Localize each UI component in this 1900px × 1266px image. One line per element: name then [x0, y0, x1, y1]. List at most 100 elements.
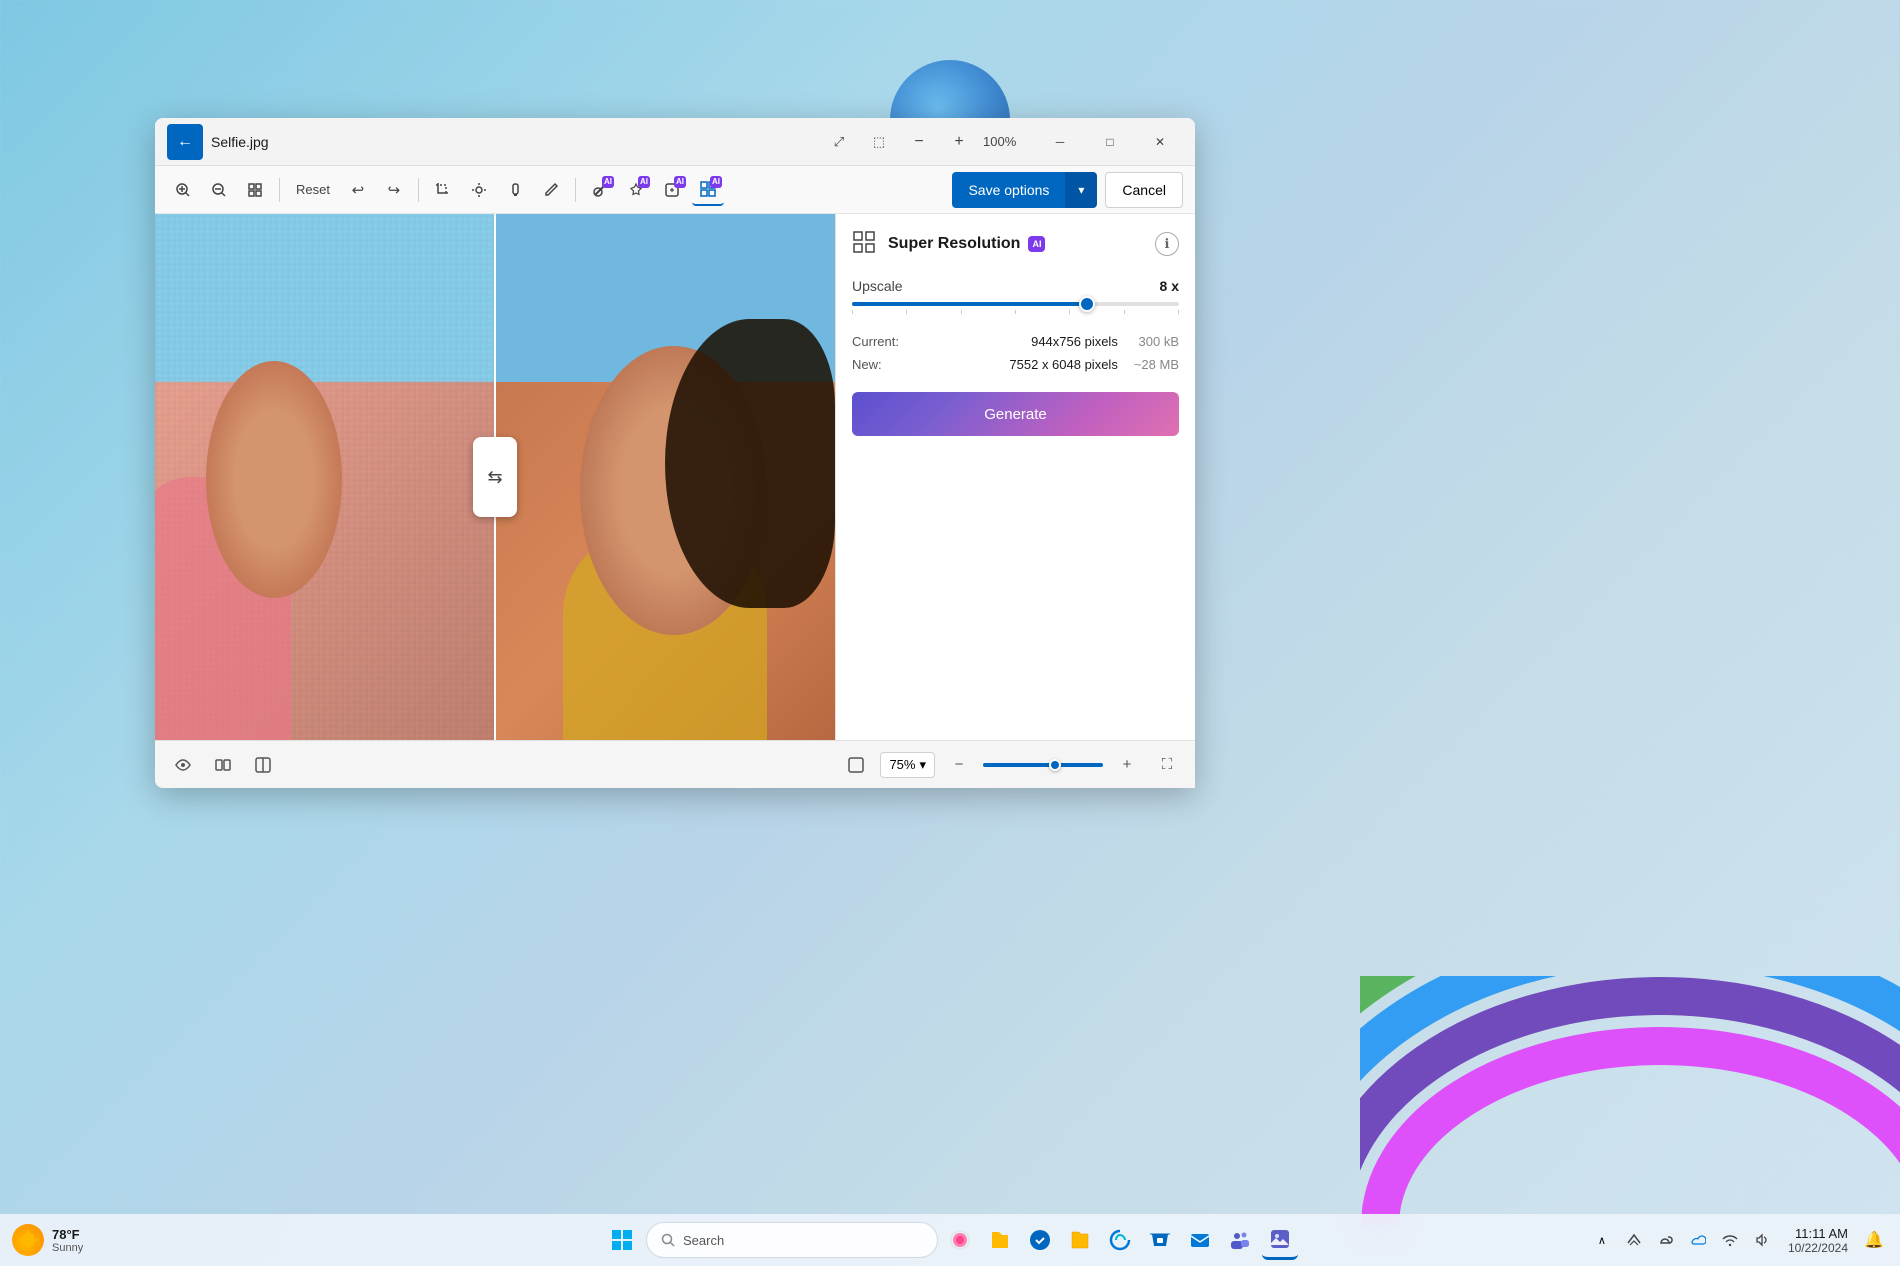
zoom-in-bottom-btn[interactable]: +: [1111, 749, 1143, 781]
zoom-value: 75%: [889, 757, 915, 772]
thumbnail-btn[interactable]: [840, 749, 872, 781]
zoom-in-top-btn[interactable]: +: [943, 126, 975, 158]
taskbar-mail-app[interactable]: [1182, 1220, 1218, 1260]
taskbar-copilot-app[interactable]: [1022, 1220, 1058, 1260]
sep1: [279, 178, 280, 202]
taskbar-center: Search: [602, 1220, 1298, 1260]
maximize-button[interactable]: □: [1087, 126, 1133, 158]
fullscreen-top-btn[interactable]: ⤢: [823, 126, 855, 158]
enhance-ai-btn[interactable]: AI: [620, 174, 652, 206]
undo-btn[interactable]: ↩: [342, 174, 374, 206]
background-ai-btn[interactable]: AI: [656, 174, 688, 206]
fit-frame-btn[interactable]: [239, 174, 271, 206]
erase-ai-btn[interactable]: AI: [584, 174, 616, 206]
image-left-half: [155, 214, 495, 740]
new-label: New:: [852, 357, 993, 372]
ai-badge: AI: [1028, 236, 1045, 252]
minimize-button[interactable]: ─: [1037, 126, 1083, 158]
slider-ticks: [852, 310, 1179, 314]
split-view-btn[interactable]: [247, 749, 279, 781]
weather-info: 78°F Sunny: [52, 1227, 83, 1254]
notification-bell[interactable]: 🔔: [1860, 1220, 1888, 1260]
zoom-in-btn[interactable]: [167, 174, 199, 206]
taskbar-photos-active-app[interactable]: [1262, 1220, 1298, 1260]
upscale-slider-track[interactable]: [852, 302, 1179, 306]
panel-title: Super Resolution: [888, 235, 1020, 253]
zoom-select[interactable]: 75% ▾: [880, 752, 935, 778]
image-canvas[interactable]: ⇆: [155, 214, 835, 740]
redo-btn[interactable]: ↪: [378, 174, 410, 206]
frame-top-btn[interactable]: ⬚: [863, 126, 895, 158]
crop-btn[interactable]: [427, 174, 459, 206]
zoom-slider-thumb[interactable]: [1049, 759, 1061, 771]
reset-btn[interactable]: Reset: [288, 174, 338, 206]
current-label: Current:: [852, 334, 993, 349]
current-pixels: 944x756 pixels: [1009, 334, 1117, 349]
save-options-dropdown[interactable]: ▾: [1065, 172, 1097, 208]
panel-header: Super Resolution AI ℹ: [852, 230, 1179, 258]
close-button[interactable]: ✕: [1137, 126, 1183, 158]
info-button[interactable]: ℹ: [1155, 232, 1179, 256]
content-area: ⇆ Super Resolution AI ℹ Upscale: [155, 214, 1195, 740]
search-text: Search: [683, 1233, 724, 1248]
compare-btn[interactable]: [207, 749, 239, 781]
pencil-btn[interactable]: [535, 174, 567, 206]
zoom-out-top-btn[interactable]: −: [903, 126, 935, 158]
search-bar[interactable]: Search: [646, 1222, 938, 1258]
new-pixels: 7552 x 6048 pixels: [1009, 357, 1117, 372]
taskbar-photos-app[interactable]: [942, 1220, 978, 1260]
rainbow-decoration: [1360, 726, 1900, 1226]
upscale-row: Upscale 8 x: [852, 278, 1179, 294]
panel-title-group: Super Resolution AI: [852, 230, 1045, 258]
back-icon: ←: [177, 133, 193, 151]
generate-button[interactable]: Generate: [852, 392, 1179, 436]
volume-icon[interactable]: [1748, 1220, 1776, 1260]
taskbar-right: ∧ 11:11 AM 10/22/2024: [1588, 1220, 1888, 1260]
taskbar-explorer-app[interactable]: [1062, 1220, 1098, 1260]
zoom-out-btn[interactable]: [203, 174, 235, 206]
taskbar-store-app[interactable]: [1142, 1220, 1178, 1260]
wifi-icon[interactable]: [1716, 1220, 1744, 1260]
tick-1: [852, 310, 853, 314]
fullscreen-bottom-btn[interactable]: ⛶: [1151, 749, 1183, 781]
taskbar-files-app[interactable]: [982, 1220, 1018, 1260]
weather-icon: [12, 1224, 44, 1256]
brightness-btn[interactable]: [463, 174, 495, 206]
cancel-button[interactable]: Cancel: [1105, 172, 1183, 208]
image-right-half: [495, 214, 835, 740]
weather-description: Sunny: [52, 1242, 83, 1254]
new-size: ~28 MB: [1134, 357, 1179, 372]
tick-3: [961, 310, 962, 314]
bottom-bar: 75% ▾ − + ⛶: [155, 740, 1195, 788]
back-button[interactable]: ←: [167, 124, 203, 160]
comparison-divider-handle[interactable]: ⇆: [473, 437, 517, 517]
taskbar-weather[interactable]: 78°F Sunny: [12, 1224, 192, 1256]
eye-btn[interactable]: [167, 749, 199, 781]
marker-btn[interactable]: [499, 174, 531, 206]
title-bar: ← Selfie.jpg ⤢ ⬚ − + 100% ─ □ ✕: [155, 118, 1195, 166]
upscale-slider-thumb[interactable]: [1079, 296, 1095, 312]
action-bar: Save options ▾ Cancel: [952, 172, 1183, 208]
taskbar-teams-app[interactable]: [1222, 1220, 1258, 1260]
cloud-icon[interactable]: [1652, 1220, 1680, 1260]
tick-2: [906, 310, 907, 314]
save-options-button[interactable]: Save options: [952, 172, 1065, 208]
super-resolution-icon: [852, 230, 880, 258]
start-button[interactable]: [602, 1220, 642, 1260]
taskbar: 78°F Sunny Search: [0, 1214, 1900, 1266]
onedrive-icon[interactable]: [1684, 1220, 1712, 1260]
network-icon[interactable]: [1620, 1220, 1648, 1260]
sep3: [575, 178, 576, 202]
clock-time: 11:11 AM: [1795, 1226, 1848, 1241]
zoom-percent-display: 100%: [983, 134, 1021, 149]
tray-expand-icon[interactable]: ∧: [1588, 1220, 1616, 1260]
tick-6: [1124, 310, 1125, 314]
zoom-dropdown-arrow: ▾: [919, 757, 926, 773]
sep2: [418, 178, 419, 202]
system-clock[interactable]: 11:11 AM 10/22/2024: [1780, 1226, 1856, 1255]
taskbar-edge-app[interactable]: [1102, 1220, 1138, 1260]
zoom-out-bottom-btn[interactable]: −: [943, 749, 975, 781]
super-resolution-ai-btn[interactable]: AI: [692, 174, 724, 206]
clock-date: 10/22/2024: [1788, 1241, 1848, 1255]
upscale-slider-fill: [852, 302, 1087, 306]
